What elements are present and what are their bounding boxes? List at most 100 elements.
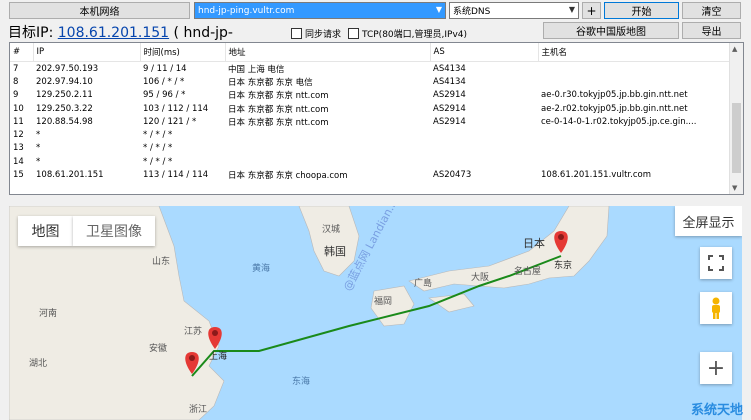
tab-map[interactable]: 地图 xyxy=(18,216,73,246)
map-label-nagoya: 名古屋 xyxy=(514,267,542,277)
sync-label: 同步请求 xyxy=(305,30,342,40)
cell-index: 7 xyxy=(13,63,19,74)
dns-select[interactable]: 系统DNS ▼ xyxy=(449,2,579,19)
col-header-ip[interactable]: IP xyxy=(33,43,141,62)
map-label-yellow-sea: 黄海 xyxy=(252,264,271,274)
cell-time: 103 / 112 / 114 xyxy=(143,103,209,114)
cell-address: 日本 东京都 东京 ntt.com xyxy=(228,117,329,128)
cell-time: 113 / 114 / 114 xyxy=(143,170,209,181)
zoom-in-button[interactable]: + xyxy=(700,352,732,384)
chevron-down-icon[interactable]: ▼ xyxy=(436,5,442,14)
plus-icon: + xyxy=(706,355,726,381)
host-input-value: hnd-jp-ping.vultr.com xyxy=(198,5,295,16)
fullscreen-display-button[interactable]: 全屏显示 xyxy=(675,206,742,236)
map-label-jiangsu: 江苏 xyxy=(184,327,203,337)
target-row: 目标IP: 108.61.201.151 ( hnd-jp- 同步请求 TCP(… xyxy=(0,21,751,41)
col-header-address[interactable]: 地址 xyxy=(225,43,431,62)
start-button[interactable]: 开始 xyxy=(604,2,679,19)
checkbox-icon[interactable] xyxy=(348,28,359,39)
host-input[interactable]: hnd-jp-ping.vultr.com ▼ xyxy=(194,2,446,19)
table-row[interactable]: 8 202.97.94.10 106 / * / * 日本 东京都 东京 电信 AS41… xyxy=(10,75,730,88)
target-suffix: ( hnd-jp- xyxy=(169,25,233,41)
map-label-henan: 河南 xyxy=(39,309,58,319)
watermark-xitongtiandi: 系统天地 xyxy=(690,403,743,418)
cell-ip: * xyxy=(36,143,41,154)
col-header-index[interactable]: # xyxy=(10,43,34,62)
table-row[interactable]: 15 108.61.201.151 113 / 114 / 114 日本 东京都 东京… xyxy=(10,168,730,181)
google-china-map-button[interactable]: 谷歌中国版地图 xyxy=(543,22,679,39)
map-view[interactable]: 山东 河南 江苏 安徽 湖北 浙江 上海 黄海 东海 汉城 韩国 日本 东京 广… xyxy=(9,206,742,420)
table-row[interactable]: 10 129.250.3.22 103 / 112 / 114 日本 东京都 东京 n… xyxy=(10,102,730,115)
cell-index: 8 xyxy=(13,76,19,87)
table-row[interactable]: 7 202.97.50.193 9 / 11 / 14 中国 上海 电信 AS4134 xyxy=(10,62,730,76)
cell-time: 95 / 96 / * xyxy=(143,90,186,101)
map-label-east-sea: 东海 xyxy=(292,377,311,387)
map-label-hiroshima: 广島 xyxy=(414,279,433,289)
map-label-anhui: 安徽 xyxy=(149,344,168,354)
fullscreen-toggle-button[interactable] xyxy=(700,247,732,279)
cell-as: AS2914 xyxy=(433,90,466,101)
cell-hostname: ae-0.r30.tokyjp05.jp.bb.gin.ntt.net xyxy=(541,90,688,101)
table-row[interactable]: 14 * * / * / * xyxy=(10,155,730,168)
export-button[interactable]: 导出 xyxy=(682,22,741,39)
map-label-korea: 韩国 xyxy=(324,245,346,258)
table-row[interactable]: 13 * * / * / * xyxy=(10,142,730,155)
cell-time: 9 / 11 / 14 xyxy=(143,63,187,74)
clear-button[interactable]: 清空 xyxy=(682,2,741,19)
map-label-shanghai: 上海 xyxy=(209,352,228,362)
scrollbar-thumb[interactable] xyxy=(732,103,741,173)
tcp-checkbox[interactable]: TCP(80端口,管理员,IPv4) xyxy=(348,27,467,40)
checkbox-icon[interactable] xyxy=(291,28,302,39)
cell-ip: 202.97.50.193 xyxy=(36,63,99,74)
col-header-hostname[interactable]: 主机名 xyxy=(538,43,731,62)
col-header-time[interactable]: 时间(ms) xyxy=(140,43,226,62)
table-header-row: # IP 时间(ms) 地址 AS 主机名 xyxy=(10,43,731,62)
sync-request-checkbox[interactable]: 同步请求 xyxy=(291,27,341,40)
map-label-fukuoka: 福岡 xyxy=(374,297,393,307)
map-label-japan: 日本 xyxy=(523,237,545,250)
cell-index: 14 xyxy=(13,156,24,167)
local-network-button[interactable]: 本机网络 xyxy=(9,2,190,19)
map-label-shandong: 山东 xyxy=(152,257,171,267)
scroll-up-icon[interactable]: ▲ xyxy=(732,45,737,53)
pegman-icon xyxy=(712,297,720,319)
tcp-label: TCP(80端口,管理员,IPv4) xyxy=(362,30,468,40)
cell-address: 日本 东京都 东京 电信 xyxy=(228,77,313,88)
cell-address: 日本 东京都 东京 ntt.com xyxy=(228,91,329,102)
cell-index: 10 xyxy=(13,103,24,114)
cell-ip: * xyxy=(36,130,41,141)
table-row[interactable]: 12 * * / * / * xyxy=(10,128,730,141)
cell-time: 120 / 121 / * xyxy=(143,116,197,127)
cell-address xyxy=(225,128,430,141)
cell-hostname xyxy=(538,142,730,155)
cell-ip: 202.97.94.10 xyxy=(36,76,93,87)
target-ip-link[interactable]: 108.61.201.151 xyxy=(58,25,169,41)
table-row[interactable]: 9 129.250.2.11 95 / 96 / * 日本 东京都 东京 ntt.co… xyxy=(10,89,730,102)
chevron-down-icon: ▼ xyxy=(568,5,575,14)
cell-as: AS2914 xyxy=(433,116,466,127)
scroll-down-icon[interactable]: ▼ xyxy=(732,184,737,192)
target-ip-label: 目标IP: 108.61.201.151 ( hnd-jp- xyxy=(8,22,233,42)
table-row[interactable]: 11 120.88.54.98 120 / 121 / * 日本 东京都 东京 ntt… xyxy=(10,115,730,128)
cell-ip: 129.250.2.11 xyxy=(36,90,93,101)
map-label-zhejiang: 浙江 xyxy=(189,405,208,415)
cell-time: * / * / * xyxy=(143,143,173,154)
cell-hostname xyxy=(538,128,730,141)
street-view-pegman-button[interactable] xyxy=(700,292,732,324)
add-button[interactable]: + xyxy=(582,2,601,19)
target-prefix: 目标IP: xyxy=(8,25,58,41)
cell-hostname: ae-2.r02.tokyjp05.jp.bb.gin.ntt.net xyxy=(541,103,688,114)
map-label-tokyo: 东京 xyxy=(554,261,573,271)
col-header-as[interactable]: AS xyxy=(430,43,539,62)
cell-hostname xyxy=(538,155,730,168)
cell-hostname: 108.61.201.151.vultr.com xyxy=(541,170,651,181)
cell-as xyxy=(430,155,538,168)
cell-address: 日本 东京都 东京 ntt.com xyxy=(228,104,329,115)
tab-satellite[interactable]: 卫星图像 xyxy=(73,216,155,246)
trace-result-table[interactable]: # IP 时间(ms) 地址 AS 主机名 7 202.97.50.193 9 / … xyxy=(9,42,744,195)
table-scrollbar[interactable]: ▲ ▼ xyxy=(729,43,743,194)
cell-time: * / * / * xyxy=(143,130,173,141)
expand-icon xyxy=(708,255,724,271)
cell-index: 12 xyxy=(13,130,24,141)
cell-index: 15 xyxy=(13,170,24,181)
